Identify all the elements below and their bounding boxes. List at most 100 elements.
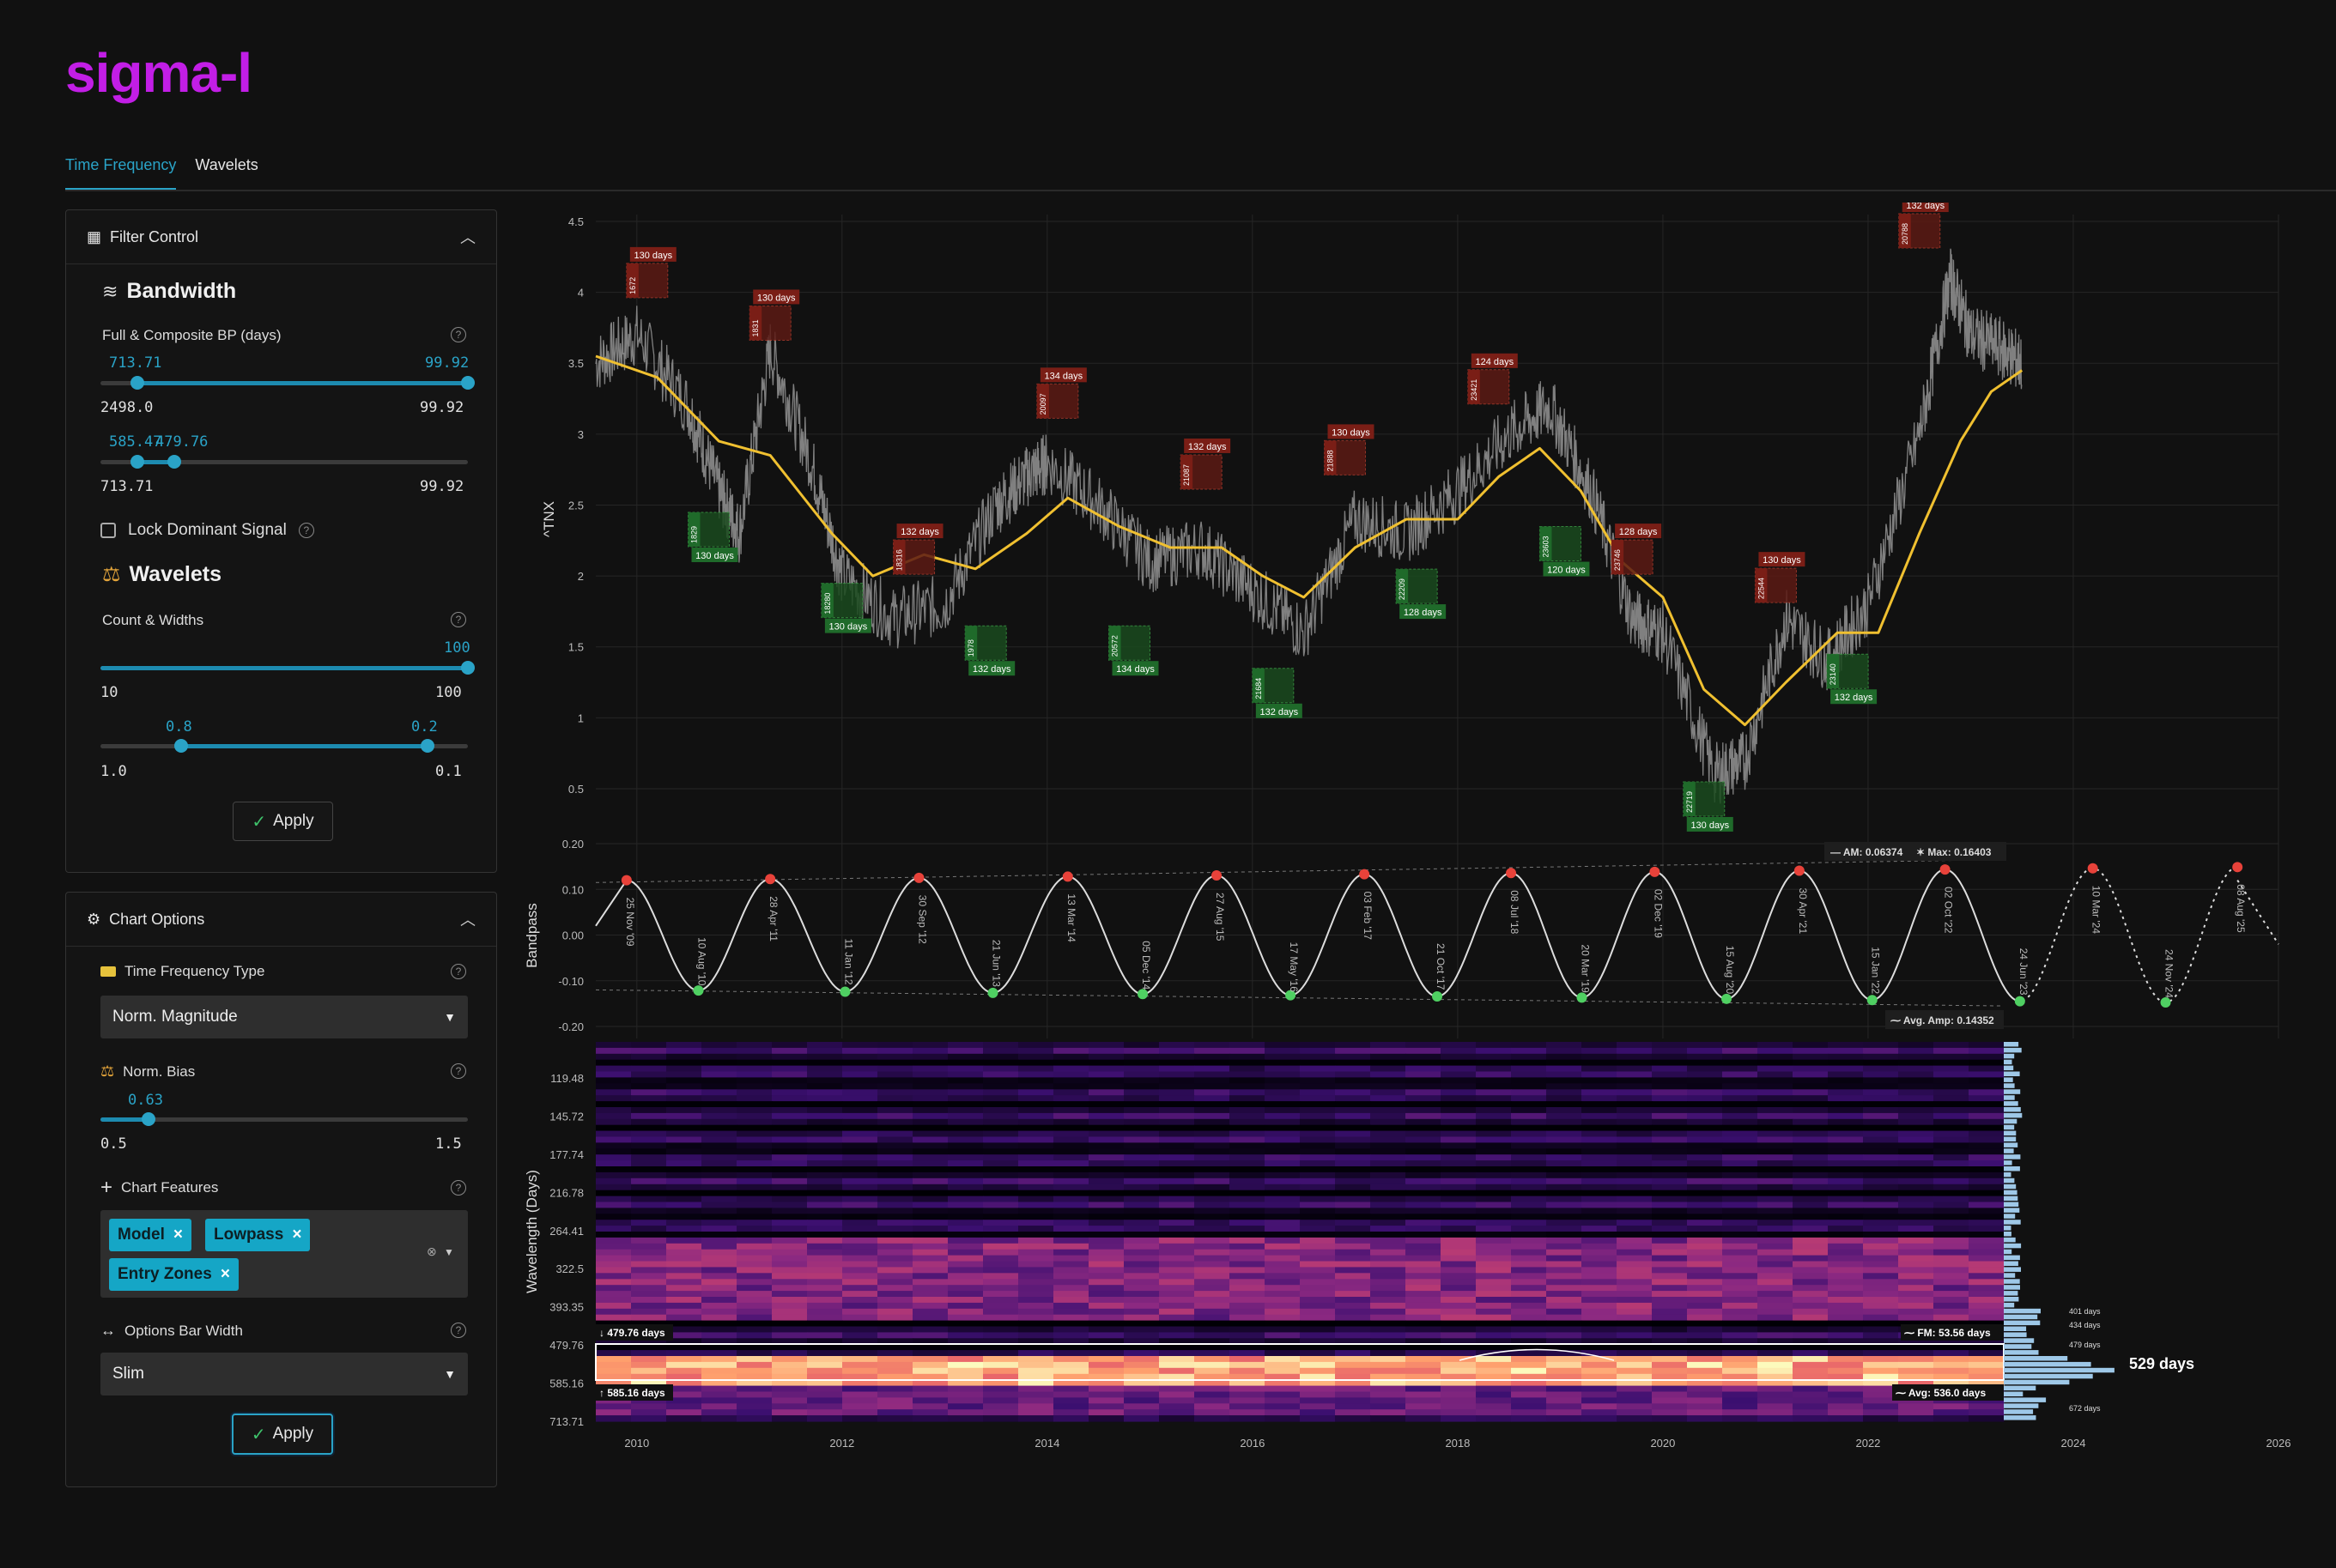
heatmap-cell bbox=[631, 1297, 667, 1304]
heatmap-cell bbox=[1124, 1118, 1160, 1126]
clear-icon[interactable]: ⊗ bbox=[427, 1244, 437, 1259]
heatmap-cell bbox=[1722, 1403, 1758, 1410]
close-icon[interactable]: × bbox=[221, 1265, 230, 1284]
heatmap-cell bbox=[1441, 1267, 1477, 1274]
heatmap-cell bbox=[877, 1071, 913, 1078]
tab-wavelets[interactable]: Wavelets bbox=[195, 153, 258, 191]
bp-slider2-high-handle[interactable] bbox=[167, 455, 181, 469]
chip-entry-zones[interactable]: Entry Zones × bbox=[109, 1258, 239, 1291]
heatmap-cell bbox=[807, 1047, 843, 1055]
chevron-up-icon[interactable]: ︿ bbox=[460, 908, 476, 930]
chart-options-title: Chart Options bbox=[109, 910, 205, 928]
count-slider-handle[interactable] bbox=[461, 661, 475, 675]
heatmap-cell bbox=[1441, 1112, 1477, 1120]
heatmap-cell bbox=[1018, 1142, 1054, 1149]
chip-model[interactable]: Model × bbox=[109, 1219, 191, 1251]
close-icon[interactable]: × bbox=[292, 1226, 301, 1244]
heatmap-cell bbox=[1652, 1314, 1688, 1322]
heatmap-cell bbox=[1898, 1243, 1934, 1250]
heatmap-cell bbox=[1300, 1059, 1336, 1067]
heatmap-cell bbox=[1581, 1065, 1617, 1073]
heatmap-cell bbox=[1335, 1124, 1371, 1132]
heatmap-cell bbox=[701, 1130, 737, 1138]
width-slider-high-handle[interactable] bbox=[420, 739, 434, 753]
heatmap-cell bbox=[1159, 1367, 1195, 1375]
help-icon[interactable]: ? bbox=[451, 612, 466, 627]
heatmap-cell bbox=[1441, 1350, 1477, 1357]
help-icon[interactable]: ? bbox=[451, 1180, 466, 1196]
chart-options-header[interactable]: ⚙ Chart Options ︿ bbox=[66, 893, 496, 947]
norm-bias-label: Norm. Bias bbox=[123, 1062, 196, 1080]
heatmap-cell bbox=[1018, 1042, 1054, 1049]
chart-options-apply-button[interactable]: ✓ Apply bbox=[232, 1414, 333, 1455]
heatmap-cell bbox=[1405, 1118, 1441, 1126]
help-icon[interactable]: ? bbox=[451, 964, 466, 979]
heatmap-cell bbox=[631, 1059, 667, 1067]
x-tick-label: 2022 bbox=[1855, 1437, 1880, 1450]
heatmap-cell bbox=[772, 1243, 808, 1250]
heatmap-cell bbox=[1159, 1214, 1195, 1220]
heatmap-cell bbox=[737, 1237, 773, 1244]
heatmap-cell bbox=[737, 1160, 773, 1167]
heatmap-cell bbox=[913, 1112, 949, 1120]
heatmap-cell bbox=[1722, 1237, 1758, 1244]
heatmap-cell bbox=[631, 1042, 667, 1049]
heatmap-cell bbox=[631, 1148, 667, 1155]
heatmap-cell bbox=[1335, 1047, 1371, 1055]
bar-width-select[interactable]: Slim ▼ bbox=[100, 1353, 468, 1395]
help-icon[interactable]: ? bbox=[451, 327, 466, 342]
width-slider-low-handle[interactable] bbox=[174, 739, 189, 753]
tf-type-select[interactable]: Norm. Magnitude ▼ bbox=[100, 996, 468, 1038]
heatmap-cell bbox=[1617, 1415, 1653, 1422]
norm-bias-slider-track[interactable] bbox=[100, 1112, 468, 1126]
y-tick-label: 2.5 bbox=[568, 499, 584, 512]
heatmap-cell bbox=[1159, 1409, 1195, 1416]
help-icon[interactable]: ? bbox=[298, 523, 314, 538]
heatmap-cell bbox=[1476, 1202, 1512, 1208]
heatmap-cell bbox=[1053, 1237, 1089, 1244]
heatmap-cell bbox=[1793, 1314, 1829, 1322]
filter-apply-button[interactable]: ✓ Apply bbox=[233, 802, 333, 841]
heatmap-cell bbox=[913, 1255, 949, 1262]
bp-slider2-low-handle[interactable] bbox=[130, 455, 144, 469]
width-slider-track[interactable] bbox=[100, 739, 468, 753]
heatmap-cell bbox=[1229, 1279, 1265, 1286]
heatmap-cell bbox=[772, 1118, 808, 1126]
heatmap-cell bbox=[1229, 1361, 1265, 1369]
heatmap-cell bbox=[1863, 1124, 1899, 1132]
bp-slider2-track[interactable] bbox=[100, 455, 468, 469]
tab-time-frequency[interactable]: Time Frequency bbox=[65, 153, 177, 191]
help-icon[interactable]: ? bbox=[451, 1323, 466, 1338]
lock-dominant-row[interactable]: Lock Dominant Signal ? bbox=[100, 521, 314, 540]
chevron-up-icon[interactable]: ︿ bbox=[460, 226, 476, 248]
count-slider-track[interactable] bbox=[100, 661, 475, 675]
chip-lowpass[interactable]: Lowpass × bbox=[205, 1219, 311, 1251]
norm-bias-slider-handle[interactable] bbox=[141, 1112, 155, 1126]
heatmap-cell bbox=[1441, 1220, 1477, 1226]
heatmap-cell bbox=[1617, 1344, 1653, 1351]
help-icon[interactable]: ? bbox=[451, 1063, 466, 1079]
bp-slider1-low-handle[interactable] bbox=[130, 376, 144, 390]
filter-control-header[interactable]: ▦ Filter Control ︿ bbox=[66, 210, 496, 264]
heatmap-cell bbox=[772, 1332, 808, 1339]
caret-down-icon[interactable]: ▼ bbox=[444, 1246, 454, 1258]
heatmap-cell bbox=[1969, 1237, 2005, 1244]
heatmap-cell bbox=[737, 1065, 773, 1073]
heatmap-cell bbox=[1757, 1065, 1793, 1073]
heatmap-cell bbox=[807, 1403, 843, 1410]
heatmap-cell bbox=[1722, 1095, 1758, 1102]
heatmap-cell bbox=[631, 1101, 667, 1108]
bandpass-date-label: 08 Aug '25 bbox=[2235, 884, 2247, 933]
heatmap-cell bbox=[701, 1237, 737, 1244]
bp-slider1-track[interactable] bbox=[100, 376, 475, 390]
bp-slider1-high-handle[interactable] bbox=[461, 376, 475, 390]
heatmap-cell bbox=[877, 1166, 913, 1173]
heatmap-cell bbox=[877, 1409, 913, 1416]
heatmap-cell bbox=[1581, 1130, 1617, 1138]
heatmap-cell bbox=[596, 1148, 632, 1155]
time-frequency-chart[interactable]: 1672130 days1829130 days1831130 days1828… bbox=[515, 203, 2327, 1541]
lock-dominant-checkbox[interactable] bbox=[100, 523, 116, 538]
heatmap-cell bbox=[1617, 1308, 1653, 1316]
close-icon[interactable]: × bbox=[173, 1226, 183, 1244]
chart-features-multiselect[interactable]: Model × Lowpass × Entry Zones × ⊗ ▼ bbox=[100, 1210, 468, 1298]
